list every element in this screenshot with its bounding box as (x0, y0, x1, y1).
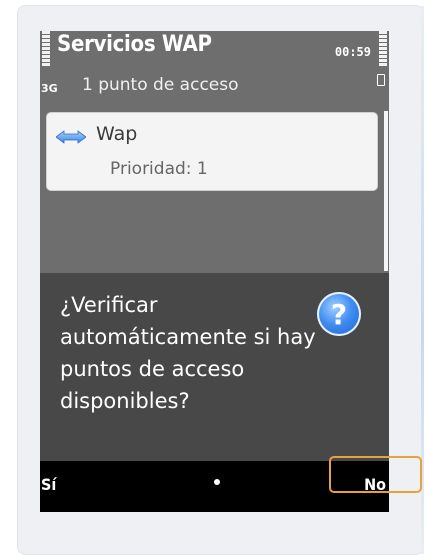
app-title: Servicios WAP (57, 32, 212, 57)
network-indicator: 3G (41, 82, 58, 95)
list-item-name: Wap (96, 123, 138, 145)
list-item-detail: Prioridad: 1 (110, 159, 208, 179)
clock: 00:59 (334, 45, 371, 59)
center-key-dot-icon[interactable] (214, 479, 220, 485)
battery-icon (377, 74, 385, 86)
phone-screen: Servicios WAP 00:59 3G 1 punto de acceso… (40, 31, 389, 512)
highlight-frame (329, 456, 422, 493)
question-icon: ? (317, 292, 361, 336)
access-point-arrows-icon (56, 130, 86, 144)
confirmation-dialog: ¿Verificar automáticamente si hay puntos… (40, 273, 389, 461)
signal-strength-icon (42, 31, 50, 66)
question-glyph: ? (330, 297, 348, 331)
list-item-wap[interactable]: Wap Prioridad: 1 (46, 112, 378, 191)
battery-level-icon (379, 31, 387, 66)
subtitle: 1 punto de acceso (82, 75, 239, 95)
softkey-yes-button[interactable]: Sí (41, 475, 56, 494)
scrollbar[interactable] (384, 111, 388, 271)
dialog-message: ¿Verificar automáticamente si hay puntos… (60, 293, 316, 413)
